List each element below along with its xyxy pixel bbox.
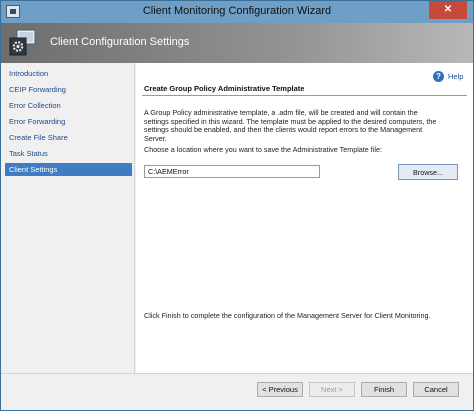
wizard-steps-nav: Introduction CEIP Forwarding Error Colle… xyxy=(1,63,135,373)
location-prompt: Choose a location where you want to save… xyxy=(144,145,382,154)
previous-button[interactable]: < Previous xyxy=(257,382,303,397)
finish-button[interactable]: Finish xyxy=(361,382,407,397)
section-divider xyxy=(142,95,467,96)
banner-title: Client Configuration Settings xyxy=(50,36,190,48)
title-bar[interactable]: Client Monitoring Configuration Wizard ✕ xyxy=(1,1,473,23)
nav-item-ceip-forwarding[interactable]: CEIP Forwarding xyxy=(5,83,132,96)
nav-item-client-settings[interactable]: Client Settings xyxy=(5,163,132,176)
help-link[interactable]: ? Help xyxy=(433,71,467,83)
help-label: Help xyxy=(448,72,464,81)
wizard-window: Client Monitoring Configuration Wizard ✕… xyxy=(0,0,474,411)
next-button[interactable]: Next > xyxy=(309,382,355,397)
template-path-input[interactable] xyxy=(144,165,320,178)
nav-item-introduction[interactable]: Introduction xyxy=(5,67,132,80)
cancel-button[interactable]: Cancel xyxy=(413,382,459,397)
template-description: A Group Policy administrative template, … xyxy=(144,108,437,143)
wizard-footer: < Previous Next > Finish Cancel xyxy=(1,373,473,410)
nav-item-create-file-share[interactable]: Create File Share xyxy=(5,131,132,144)
section-title: Create Group Policy Administrative Templ… xyxy=(144,84,305,93)
content-panel: ? Help Create Group Policy Administrativ… xyxy=(136,63,473,373)
close-button[interactable]: ✕ xyxy=(429,1,467,19)
nav-item-error-forwarding[interactable]: Error Forwarding xyxy=(5,115,132,128)
browse-button[interactable]: Browse... xyxy=(398,164,458,180)
nav-item-error-collection[interactable]: Error Collection xyxy=(5,99,132,112)
window-title: Client Monitoring Configuration Wizard xyxy=(142,5,332,17)
finish-instruction: Click Finish to complete the configurati… xyxy=(144,311,431,320)
help-icon: ? xyxy=(433,71,444,82)
nav-item-task-status[interactable]: Task Status xyxy=(5,147,132,160)
wizard-banner: Client Configuration Settings xyxy=(1,23,473,63)
gear-monitor-icon xyxy=(9,29,37,57)
